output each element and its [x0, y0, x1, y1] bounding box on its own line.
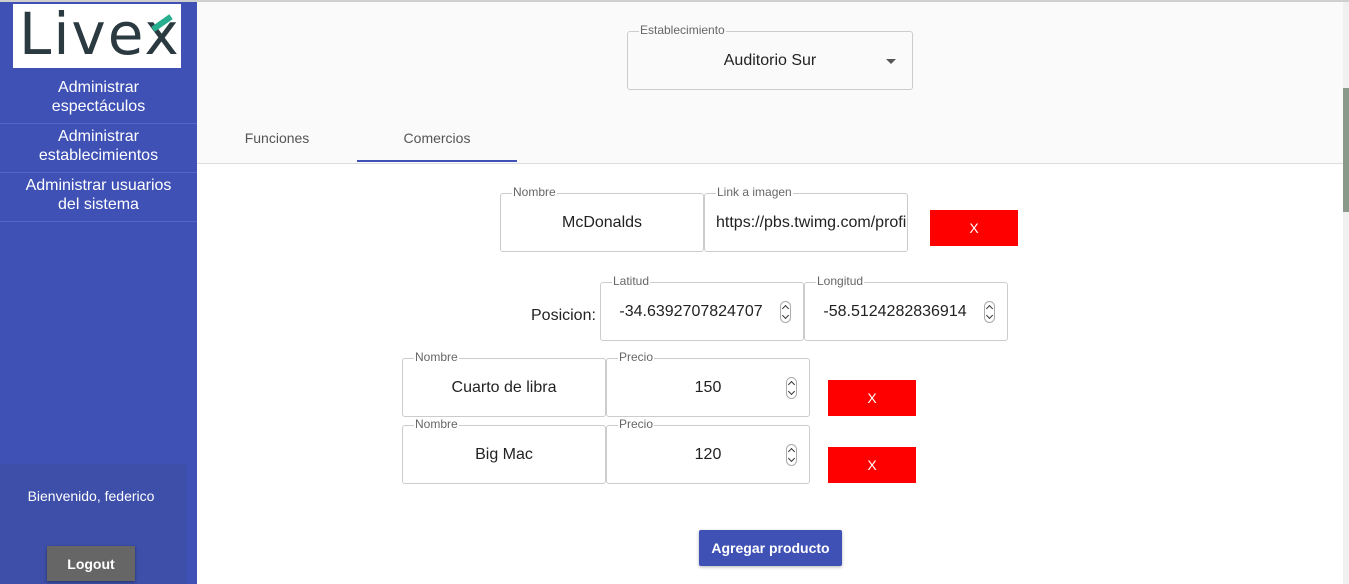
sidebar-item-label: Administrar: [58, 79, 139, 96]
welcome-text: Bienvenido, federico: [27, 488, 155, 504]
tab-funciones[interactable]: Funciones: [197, 130, 357, 146]
sidebar-item-label: espectáculos: [51, 98, 146, 115]
latitude-value: -34.6392707824707: [619, 302, 763, 320]
position-label: Posicion:: [531, 307, 596, 324]
sidebar-item-label: establecimientos: [38, 147, 159, 164]
sidebar-item-label: Administrar usuarios: [25, 177, 172, 194]
sidebar-item-label: del sistema: [58, 196, 139, 213]
price-stepper-icon[interactable]: [786, 376, 797, 399]
sidebar-item-label: Administrar: [58, 128, 139, 145]
scrollbar[interactable]: [1343, 2, 1349, 584]
sidebar-item-establecimientos[interactable]: Administrar establecimientos: [0, 127, 197, 173]
product-name-field[interactable]: Nombre Cuarto de libra: [402, 350, 606, 417]
header-area: Establecimiento Auditorio Sur Funciones …: [197, 2, 1343, 164]
product-name-value: Cuarto de libra: [451, 378, 557, 396]
delete-product-button[interactable]: X: [828, 380, 916, 416]
product-price-field[interactable]: Precio 150: [606, 350, 810, 417]
delete-product-button[interactable]: X: [828, 447, 916, 483]
longitude-field[interactable]: Longitud -58.5124282836914: [804, 274, 1008, 341]
sidebar-item-usuarios[interactable]: Administrar usuarios del sistema: [0, 176, 197, 222]
commerce-image-field[interactable]: Link a imagen https://pbs.twimg.com/prof…: [704, 185, 908, 252]
sidebar: Livex Administrar espectáculos Administr…: [0, 0, 197, 584]
scrollbar-thumb[interactable]: [1343, 88, 1349, 212]
commerce-name-field[interactable]: Nombre McDonalds: [500, 185, 704, 252]
latitude-stepper-icon[interactable]: [780, 300, 791, 323]
sidebar-item-espectaculos[interactable]: Administrar espectáculos: [0, 78, 197, 124]
price-stepper-icon[interactable]: [786, 443, 797, 466]
commerce-image-value: https://pbs.twimg.com/profile_images: [716, 213, 907, 231]
product-price-field[interactable]: Precio 120: [606, 417, 810, 484]
tab-comercios[interactable]: Comercios: [357, 130, 517, 146]
establishment-select[interactable]: Establecimiento Auditorio Sur: [627, 23, 913, 90]
longitude-stepper-icon[interactable]: [984, 300, 995, 323]
delete-commerce-button[interactable]: X: [930, 210, 1018, 246]
logout-button[interactable]: Logout: [47, 546, 135, 581]
logo-text: Livex: [19, 0, 181, 68]
latitude-field[interactable]: Latitud -34.6392707824707: [600, 274, 804, 341]
main-content: Establecimiento Auditorio Sur Funciones …: [197, 2, 1343, 584]
establishment-value: Auditorio Sur: [723, 51, 817, 69]
logo[interactable]: Livex: [13, 0, 181, 68]
commerce-name-value: McDonalds: [561, 213, 643, 231]
longitude-value: -58.5124282836914: [823, 302, 967, 320]
product-name-field[interactable]: Nombre Big Mac: [402, 417, 606, 484]
product-name-value: Big Mac: [475, 445, 533, 463]
add-product-button[interactable]: Agregar producto: [699, 530, 842, 566]
product-price-value: 120: [694, 445, 722, 463]
product-price-value: 150: [694, 378, 722, 396]
welcome-panel: Bienvenido, federico Logout: [0, 464, 186, 584]
chevron-down-icon: [886, 59, 896, 64]
active-tab-indicator: [357, 160, 517, 162]
